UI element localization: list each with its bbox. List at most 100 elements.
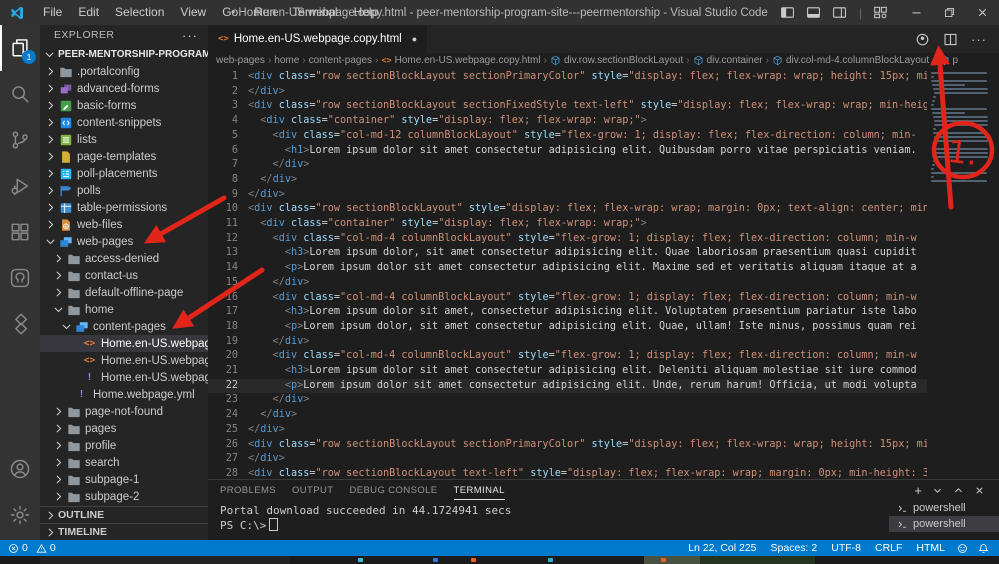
tree-item-contact-us[interactable]: contact-us [40,267,208,284]
maximize-panel-icon[interactable] [953,485,964,496]
open-preview-icon[interactable] [915,32,930,47]
tree-item-web-files[interactable]: web-files [40,216,208,233]
tree-item-subpage-2[interactable]: subpage-2 [40,488,208,505]
code-line[interactable]: 4 <div class="container" style="display:… [208,114,927,129]
tree-item-basic-forms[interactable]: basic-forms [40,97,208,114]
section-outline[interactable]: OUTLINE [40,506,208,523]
terminal[interactable]: Portal download succeeded in 44.1724941 … [208,500,999,540]
code-line[interactable]: 20 <div class="col-md-4 columnBlockLayou… [208,349,927,364]
panel-tab-output[interactable]: OUTPUT [292,480,333,500]
split-editor-icon[interactable] [943,32,958,47]
feedback-icon[interactable] [952,543,973,554]
settings-icon[interactable] [0,492,40,538]
breadcrumb-item[interactable]: div.col-md-4.columnBlockLayout [772,55,929,66]
code-line[interactable]: 2 </div> [208,85,927,100]
code-line[interactable]: 22 <p>Lorem ipsum dolor sit amet consect… [208,378,927,394]
tree-item-subpage-1[interactable]: subpage-1 [40,471,208,488]
toggle-secondary-sidebar-icon[interactable] [832,5,847,20]
tree-item-poll-placements[interactable]: poll-placements [40,165,208,182]
source-control-icon[interactable] [0,117,40,163]
tree-item-home-en-us-webpag-[interactable]: <> Home.en-US.webpag... [40,352,208,369]
new-terminal-icon[interactable]: + [914,483,922,498]
code-line[interactable]: 15 </div> [208,276,927,291]
code-line[interactable]: 14 <p>Lorem ipsum dolor sit amet consect… [208,261,927,276]
code-line[interactable]: 8 </div> [208,173,927,188]
tree-item-home-en-us-webpag-[interactable]: <> Home.en-US.webpag... [40,335,208,352]
extensions-icon[interactable] [0,209,40,255]
code-line[interactable]: 19 </div> [208,335,927,350]
run-debug-icon[interactable] [0,163,40,209]
code-line[interactable]: 21 <h3>Lorem ipsum dolor sit amet consec… [208,364,927,379]
code-editor[interactable]: 1 <div class="row sectionBlockLayout sect… [208,68,999,479]
status-spaces-2[interactable]: Spaces: 2 [764,542,825,554]
status-ln-22-col-225[interactable]: Ln 22, Col 225 [681,542,763,554]
status-html[interactable]: HTML [909,542,952,554]
breadcrumb-item[interactable]: home [274,55,299,66]
code-line[interactable]: 7 </div> [208,158,927,173]
account-icon[interactable] [0,446,40,492]
status-utf-8[interactable]: UTF-8 [824,542,868,554]
section-timeline[interactable]: TIMELINE [40,523,208,540]
tree-item-web-pages[interactable]: web-pages [40,233,208,250]
windows-taskbar[interactable] [0,556,999,564]
terminal-instance[interactable]: powershell [889,500,999,516]
code-line[interactable]: 24 </div> [208,408,927,423]
tree-item-polls[interactable]: polls [40,182,208,199]
code-line[interactable]: 26 <div class="row sectionBlockLayout sec… [208,438,927,453]
tree-item-table-permissions[interactable]: table-permissions [40,199,208,216]
tree-item-profile[interactable]: profile [40,437,208,454]
panel-tab-debug-console[interactable]: DEBUG CONSOLE [349,480,437,500]
breadcrumb-item[interactable]: div.container [693,55,763,66]
close-panel-icon[interactable] [974,485,985,496]
breadcrumb-item[interactable]: content-pages [309,55,372,66]
code-line[interactable]: 10 <div class="row sectionBlockLayout" st… [208,202,927,217]
github-icon[interactable] [0,255,40,301]
code-line[interactable]: 1 <div class="row sectionBlockLayout sect… [208,70,927,85]
minimize-button[interactable] [900,0,933,25]
tree-item-content-pages[interactable]: content-pages [40,318,208,335]
customize-layout-icon[interactable] [873,5,888,20]
code-line[interactable]: 12 <div class="col-md-4 columnBlockLayou… [208,232,927,247]
menu-edit[interactable]: Edit [70,0,107,25]
breadcrumb-item[interactable]: <> Home.en-US.webpage.copy.html [381,55,540,66]
problems-status[interactable]: 0 0 [0,542,61,554]
code-line[interactable]: 18 <p>Lorem ipsum dolor, sit amet consec… [208,320,927,335]
toggle-sidebar-icon[interactable] [780,5,795,20]
tree-item-lists[interactable]: lists [40,131,208,148]
panel-tab-problems[interactable]: PROBLEMS [220,480,276,500]
tab-home-en-us-webpage-copy-html[interactable]: <> Home.en-US.webpage.copy.html ● [208,25,428,53]
tree-item-home[interactable]: home [40,301,208,318]
code-line[interactable]: 13 <h3>Lorem ipsum dolor, sit amet conse… [208,246,927,261]
terminal-instance[interactable]: powershell [889,516,999,532]
tree-item-search[interactable]: search [40,454,208,471]
tree-item-page-not-found[interactable]: page-not-found [40,403,208,420]
minimap[interactable] [931,72,991,184]
notifications-bell-icon[interactable] [973,543,999,554]
code-line[interactable]: 23 </div> [208,393,927,408]
terminal-dropdown-icon[interactable] [932,485,943,496]
tree-item-content-snippets[interactable]: content-snippets [40,114,208,131]
code-line[interactable]: 27 </div> [208,452,927,467]
search-icon[interactable] [0,71,40,117]
menu-file[interactable]: File [35,0,70,25]
explorer-icon[interactable]: 1 [0,25,40,71]
code-line[interactable]: 11 <div class="container" style="display… [208,217,927,232]
code-line[interactable]: 6 <h1>Lorem ipsum dolor sit amet consect… [208,144,927,159]
menu-view[interactable]: View [172,0,214,25]
code-line[interactable]: 5 <div class="col-md-12 columnBlockLayou… [208,129,927,144]
project-root-folder[interactable]: PEER-MENTORSHIP-PROGRAM-SIT... [40,45,208,63]
code-line[interactable]: 25 </div> [208,423,927,438]
tree-item-home-en-us-webpag-[interactable]: ! Home.en-US.webpag... [40,369,208,386]
status-crlf[interactable]: CRLF [868,542,909,554]
code-line[interactable]: 16 <div class="col-md-4 columnBlockLayou… [208,291,927,306]
editor-more-actions-icon[interactable]: ··· [971,32,987,47]
code-line[interactable]: 17 <h3>Lorem ipsum dolor sit amet, conse… [208,305,927,320]
toggle-panel-icon[interactable] [806,5,821,20]
tree-item-home-webpage-yml[interactable]: ! Home.webpage.yml [40,386,208,403]
tree-item-default-offline-page[interactable]: default-offline-page [40,284,208,301]
tree-item-pages[interactable]: pages [40,420,208,437]
breadcrumb-item[interactable]: p [939,55,958,66]
breadcrumb-item[interactable]: web-pages [216,55,265,66]
menu-selection[interactable]: Selection [107,0,172,25]
tree-item-access-denied[interactable]: access-denied [40,250,208,267]
